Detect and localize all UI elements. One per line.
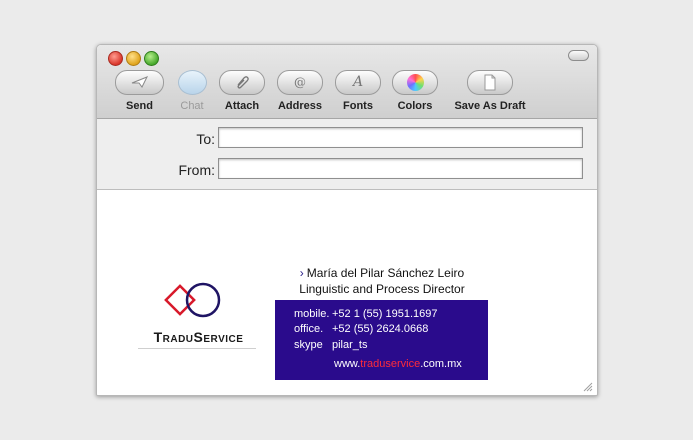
- paperclip-icon: [219, 70, 265, 95]
- logo-wordmark: TraduService: [153, 329, 244, 345]
- send-icon: [115, 70, 164, 95]
- at-sign-icon: @: [277, 70, 323, 95]
- website-link[interactable]: www.traduservice.com.mx: [334, 358, 462, 370]
- resize-grip-icon[interactable]: [581, 380, 593, 392]
- toolbar-toggle-button[interactable]: [568, 50, 589, 61]
- mail-compose-window: Send Chat Attach @ Address A Fonts Color…: [96, 44, 598, 396]
- office-row: office. +52 (55) 2624.0668: [294, 323, 428, 335]
- send-label: Send: [126, 100, 153, 112]
- address-fields: To: From:: [97, 119, 597, 190]
- mobile-row: mobile. +52 1 (55) 1951.1697: [294, 308, 438, 320]
- signature-name: María del Pilar Sánchez Leiro: [306, 266, 465, 280]
- website-prefix: www.: [334, 358, 361, 370]
- chat-label: Chat: [180, 100, 204, 112]
- address-label: Address: [277, 100, 323, 112]
- zoom-window-button[interactable]: [144, 51, 159, 66]
- colors-label: Colors: [397, 100, 433, 112]
- office-value: +52 (55) 2624.0668: [332, 323, 429, 335]
- signature-name-block: › María del Pilar Sánchez Leiro Linguisti…: [277, 265, 487, 297]
- close-window-button[interactable]: [108, 51, 123, 66]
- fonts-button[interactable]: A Fonts: [334, 70, 382, 112]
- font-letter-icon: A: [335, 70, 381, 95]
- chat-button[interactable]: Chat: [174, 70, 210, 112]
- fonts-label: Fonts: [343, 100, 373, 112]
- office-label: office.: [294, 323, 324, 335]
- to-input[interactable]: [218, 127, 583, 148]
- attach-button[interactable]: Attach: [217, 70, 267, 112]
- toolbar: Send Chat Attach @ Address A Fonts Color…: [97, 45, 597, 119]
- mobile-value: +52 1 (55) 1951.1697: [332, 308, 438, 320]
- attach-label: Attach: [224, 100, 260, 112]
- document-icon: [467, 70, 513, 95]
- save-as-draft-label: Save As Draft: [454, 100, 526, 112]
- website-highlight: traduservice: [360, 358, 421, 370]
- website-suffix: .com.mx: [420, 358, 462, 370]
- chat-bubble-icon: [177, 70, 207, 95]
- skype-label: skype: [294, 339, 323, 351]
- mobile-label: mobile.: [294, 308, 330, 320]
- to-label: To:: [196, 131, 215, 147]
- skype-row: skype pilar_ts: [294, 339, 367, 351]
- skype-value: pilar_ts: [332, 339, 368, 351]
- minimize-window-button[interactable]: [126, 51, 141, 66]
- send-button[interactable]: Send: [112, 70, 167, 112]
- colors-button[interactable]: Colors: [391, 70, 439, 112]
- contact-info-box: mobile. +52 1 (55) 1951.1697 office. +52 (…: [275, 300, 488, 380]
- signature-name-line: › María del Pilar Sánchez Leiro: [277, 265, 487, 281]
- chevron-right-icon: ›: [299, 266, 304, 280]
- message-body[interactable]: TraduService › María del Pilar Sánchez Le…: [97, 190, 597, 395]
- from-input[interactable]: [218, 158, 583, 179]
- address-button[interactable]: @ Address: [275, 70, 325, 112]
- traduservice-logo-mark: [164, 282, 221, 318]
- signature-role: Linguistic and Process Director: [299, 282, 465, 296]
- save-as-draft-button[interactable]: Save As Draft: [450, 70, 530, 112]
- logo-underline: [138, 348, 256, 349]
- from-label: From:: [178, 162, 215, 178]
- color-wheel-icon: [392, 70, 438, 95]
